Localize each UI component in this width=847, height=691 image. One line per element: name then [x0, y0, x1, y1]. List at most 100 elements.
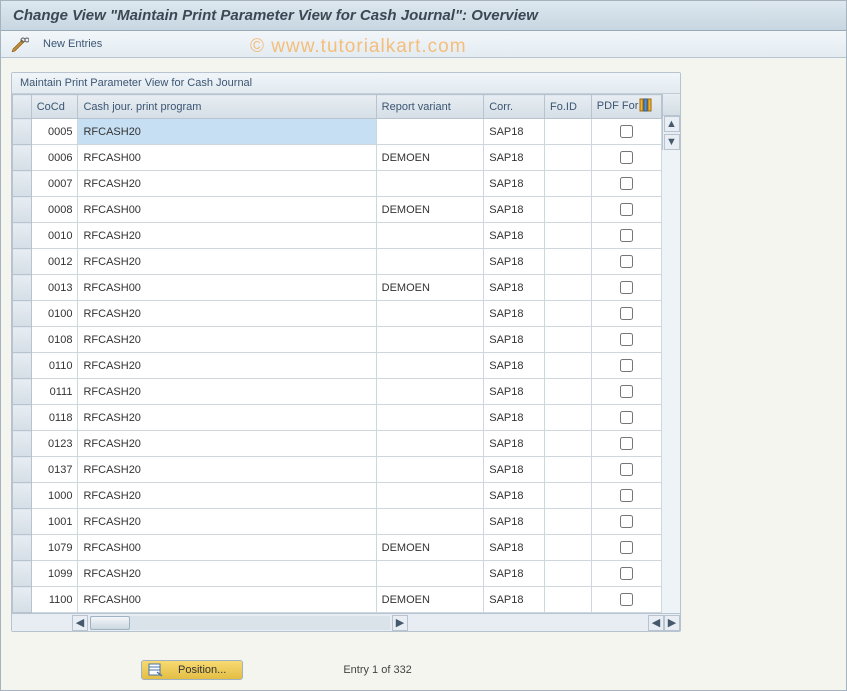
cell-report-variant[interactable] — [376, 353, 484, 379]
cell-prog[interactable]: RFCASH20 — [78, 301, 376, 327]
pdf-checkbox[interactable] — [620, 125, 633, 138]
table-row[interactable]: 0006RFCASH00DEMOENSAP18 — [13, 145, 662, 171]
pdf-checkbox[interactable] — [620, 177, 633, 190]
cell-report-variant[interactable] — [376, 509, 484, 535]
table-row[interactable]: 1001RFCASH20SAP18 — [13, 509, 662, 535]
cell-report-variant[interactable] — [376, 327, 484, 353]
cell-pdf[interactable] — [591, 275, 661, 301]
pdf-checkbox[interactable] — [620, 541, 633, 554]
scroll-down-icon[interactable]: ▼ — [664, 134, 680, 150]
cell-foid[interactable] — [545, 301, 592, 327]
table-row[interactable]: 0005RFCASH20SAP18 — [13, 119, 662, 145]
cell-corr[interactable]: SAP18 — [484, 301, 545, 327]
cell-corr[interactable]: SAP18 — [484, 145, 545, 171]
cell-prog[interactable]: RFCASH20 — [78, 353, 376, 379]
table-row[interactable]: 0013RFCASH00DEMOENSAP18 — [13, 275, 662, 301]
row-selector[interactable] — [13, 587, 32, 613]
cell-report-variant[interactable] — [376, 223, 484, 249]
cell-prog[interactable]: RFCASH00 — [78, 587, 376, 613]
hscroll-thumb[interactable] — [90, 616, 130, 630]
pdf-checkbox[interactable] — [620, 333, 633, 346]
cell-prog[interactable]: RFCASH20 — [78, 249, 376, 275]
cell-report-variant[interactable] — [376, 561, 484, 587]
cell-report-variant[interactable] — [376, 431, 484, 457]
row-selector[interactable] — [13, 353, 32, 379]
cell-prog[interactable]: RFCASH20 — [78, 405, 376, 431]
table-row[interactable]: 0007RFCASH20SAP18 — [13, 171, 662, 197]
new-entries-button[interactable]: New Entries — [43, 38, 102, 50]
cell-prog[interactable]: RFCASH00 — [78, 275, 376, 301]
cell-foid[interactable] — [545, 327, 592, 353]
row-selector[interactable] — [13, 197, 32, 223]
pdf-checkbox[interactable] — [620, 385, 633, 398]
cell-foid[interactable] — [545, 197, 592, 223]
cell-cocd[interactable]: 0013 — [31, 275, 78, 301]
position-button[interactable]: Position... — [141, 660, 243, 680]
row-selector[interactable] — [13, 171, 32, 197]
pdf-checkbox[interactable] — [620, 593, 633, 606]
cell-cocd[interactable]: 1000 — [31, 483, 78, 509]
table-row[interactable]: 1099RFCASH20SAP18 — [13, 561, 662, 587]
table-row[interactable]: 0111RFCASH20SAP18 — [13, 379, 662, 405]
cell-corr[interactable]: SAP18 — [484, 223, 545, 249]
pdf-checkbox[interactable] — [620, 255, 633, 268]
cell-corr[interactable]: SAP18 — [484, 171, 545, 197]
row-selector[interactable] — [13, 457, 32, 483]
cell-report-variant[interactable]: DEMOEN — [376, 145, 484, 171]
table-row[interactable]: 1100RFCASH00DEMOENSAP18 — [13, 587, 662, 613]
cell-report-variant[interactable]: DEMOEN — [376, 197, 484, 223]
cell-foid[interactable] — [545, 353, 592, 379]
pdf-checkbox[interactable] — [620, 203, 633, 216]
cell-foid[interactable] — [545, 379, 592, 405]
cell-pdf[interactable] — [591, 223, 661, 249]
cell-foid[interactable] — [545, 405, 592, 431]
cell-cocd[interactable]: 0012 — [31, 249, 78, 275]
cell-prog[interactable]: RFCASH20 — [78, 509, 376, 535]
cell-cocd[interactable]: 0005 — [31, 119, 78, 145]
pdf-checkbox[interactable] — [620, 281, 633, 294]
cell-cocd[interactable]: 0010 — [31, 223, 78, 249]
cell-cocd[interactable]: 1099 — [31, 561, 78, 587]
cell-corr[interactable]: SAP18 — [484, 561, 545, 587]
pdf-checkbox[interactable] — [620, 463, 633, 476]
cell-pdf[interactable] — [591, 249, 661, 275]
cell-report-variant[interactable] — [376, 249, 484, 275]
pdf-checkbox[interactable] — [620, 229, 633, 242]
cell-foid[interactable] — [545, 457, 592, 483]
cell-foid[interactable] — [545, 119, 592, 145]
cell-corr[interactable]: SAP18 — [484, 431, 545, 457]
cell-corr[interactable]: SAP18 — [484, 327, 545, 353]
cell-cocd[interactable]: 0137 — [31, 457, 78, 483]
cell-pdf[interactable] — [591, 353, 661, 379]
pdf-checkbox[interactable] — [620, 489, 633, 502]
cell-cocd[interactable]: 0110 — [31, 353, 78, 379]
column-config-icon[interactable] — [639, 98, 653, 112]
cell-foid[interactable] — [545, 561, 592, 587]
cell-cocd[interactable]: 1079 — [31, 535, 78, 561]
table-row[interactable]: 1079RFCASH00DEMOENSAP18 — [13, 535, 662, 561]
cell-pdf[interactable] — [591, 561, 661, 587]
cell-prog[interactable]: RFCASH20 — [78, 431, 376, 457]
cell-foid[interactable] — [545, 509, 592, 535]
cell-cocd[interactable]: 1100 — [31, 587, 78, 613]
cell-prog[interactable]: RFCASH00 — [78, 145, 376, 171]
cell-prog[interactable]: RFCASH20 — [78, 327, 376, 353]
table-row[interactable]: 0108RFCASH20SAP18 — [13, 327, 662, 353]
row-selector[interactable] — [13, 431, 32, 457]
cell-cocd[interactable]: 0008 — [31, 197, 78, 223]
cell-pdf[interactable] — [591, 587, 661, 613]
table-row[interactable]: 0008RFCASH00DEMOENSAP18 — [13, 197, 662, 223]
cell-corr[interactable]: SAP18 — [484, 275, 545, 301]
cell-pdf[interactable] — [591, 119, 661, 145]
col-report-variant[interactable]: Report variant — [376, 95, 484, 119]
cell-prog[interactable]: RFCASH20 — [78, 457, 376, 483]
table-row[interactable]: 0123RFCASH20SAP18 — [13, 431, 662, 457]
pdf-checkbox[interactable] — [620, 411, 633, 424]
cell-report-variant[interactable]: DEMOEN — [376, 587, 484, 613]
pdf-checkbox[interactable] — [620, 437, 633, 450]
horizontal-scrollbar[interactable]: ◀ ▶ ◀ ▶ — [12, 613, 680, 631]
hscroll-track[interactable] — [90, 616, 390, 630]
row-selector[interactable] — [13, 561, 32, 587]
row-selector[interactable] — [13, 145, 32, 171]
cell-report-variant[interactable]: DEMOEN — [376, 275, 484, 301]
